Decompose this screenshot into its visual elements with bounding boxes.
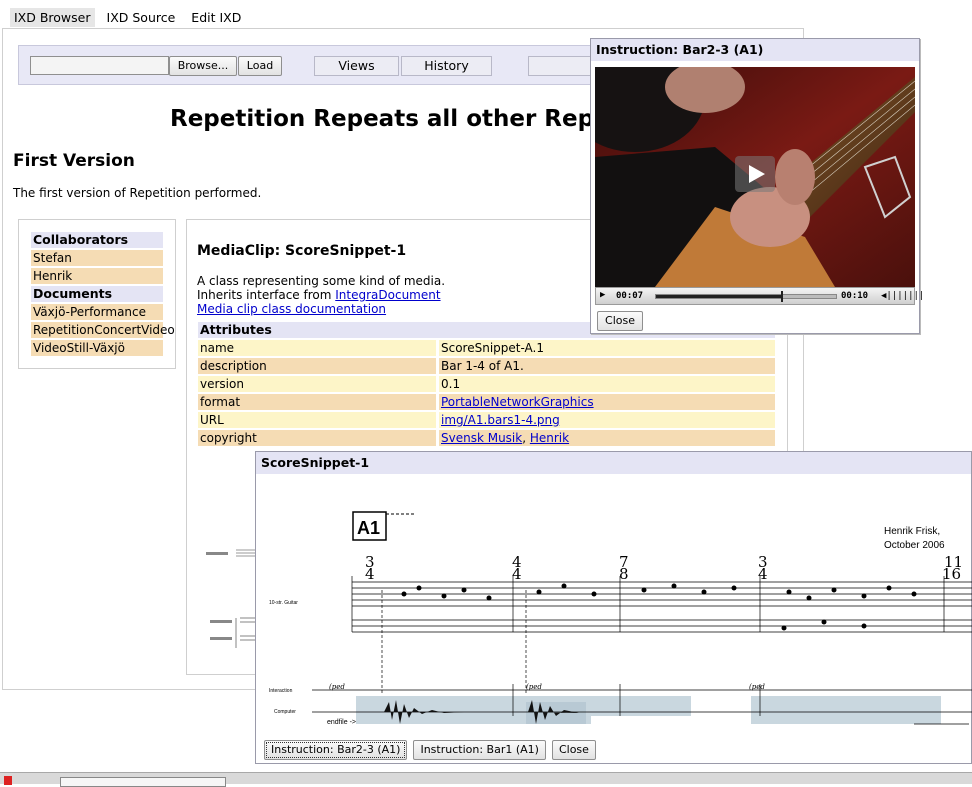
table-row: URL img/A1.bars1-4.png bbox=[198, 412, 775, 428]
attr-value: 0.1 bbox=[439, 376, 775, 392]
attr-key: format bbox=[198, 394, 436, 410]
mediaclip-desc-line: A class representing some kind of media. bbox=[197, 274, 446, 288]
mediaclip-description: A class representing some kind of media.… bbox=[197, 274, 445, 316]
copyright-separator: , bbox=[522, 431, 530, 445]
time-sig-bottom: 4 bbox=[365, 565, 375, 583]
score-close-button[interactable]: Close bbox=[551, 740, 596, 760]
attributes-table: Attributes name ScoreSnippet-A.1 descrip… bbox=[198, 322, 775, 448]
play-overlay-icon[interactable] bbox=[735, 156, 775, 192]
attr-key: description bbox=[198, 358, 436, 374]
time-total: 00:10 bbox=[841, 291, 869, 301]
page-title: Repetition Repeats all other Repetit bbox=[170, 106, 640, 132]
browse-button[interactable]: Browse... bbox=[169, 56, 237, 76]
inherits-prefix: Inherits interface from bbox=[197, 288, 336, 302]
sidebar-item-repetition-concert-video[interactable]: RepetitionConcertVideo bbox=[31, 322, 175, 338]
attr-key: URL bbox=[198, 412, 436, 428]
instruction-bar1-button[interactable]: Instruction: Bar1 (A1) bbox=[413, 740, 546, 760]
time-sig-bottom: 4 bbox=[512, 565, 522, 583]
score-dialog-buttons: Instruction: Bar2-3 (A1) Instruction: Ba… bbox=[264, 740, 596, 760]
media-clip-doc-link[interactable]: Media clip class documentation bbox=[197, 302, 386, 316]
seek-bar[interactable] bbox=[655, 291, 837, 302]
table-row: format PortableNetworkGraphics bbox=[198, 394, 775, 410]
table-row: description Bar 1-4 of A1. bbox=[198, 358, 775, 374]
history-button[interactable]: History bbox=[401, 56, 492, 76]
video-dialog: Instruction: Bar2-3 (A1) ▶ 00:07 00:10 ◀… bbox=[590, 38, 924, 334]
score-thumbnail bbox=[206, 549, 256, 648]
sidebar-item-stefan[interactable]: Stefan bbox=[31, 250, 163, 266]
attr-key: name bbox=[198, 340, 436, 356]
computer-label: Computer bbox=[274, 709, 296, 715]
sidebar-item-vaxjo-performance[interactable]: Växjö-Performance bbox=[31, 304, 163, 320]
top-tabs: IXD Browser IXD Source Edit IXD bbox=[10, 8, 245, 27]
interaction-label: Interaction bbox=[269, 688, 293, 694]
intro-text: The first version of Repetition performe… bbox=[13, 186, 262, 200]
composition-date: October 2006 bbox=[884, 540, 945, 551]
attr-key: version bbox=[198, 376, 436, 392]
sidebar-item-henrik[interactable]: Henrik bbox=[31, 268, 163, 284]
file-path-input[interactable] bbox=[30, 56, 169, 75]
time-current: 00:07 bbox=[616, 291, 644, 301]
copyright-link-svensk-musik[interactable]: Svensk Musik bbox=[441, 431, 522, 445]
video-dialog-title: Instruction: Bar2-3 (A1) bbox=[591, 39, 919, 61]
mediaclip-title: MediaClip: ScoreSnippet-1 bbox=[197, 243, 407, 259]
play-icon[interactable]: ▶ bbox=[600, 290, 605, 300]
composer-name: Henrik Frisk, bbox=[884, 526, 940, 537]
table-row: version 0.1 bbox=[198, 376, 775, 392]
copyright-link-henrik[interactable]: Henrik bbox=[530, 431, 569, 445]
score-dialog-title: ScoreSnippet-1 bbox=[256, 452, 971, 474]
status-strip bbox=[0, 772, 972, 787]
status-input[interactable] bbox=[60, 777, 226, 787]
format-link[interactable]: PortableNetworkGraphics bbox=[441, 395, 594, 409]
table-row: name ScoreSnippet-A.1 bbox=[198, 340, 775, 356]
seek-thumb[interactable] bbox=[781, 291, 783, 302]
load-button[interactable]: Load bbox=[238, 56, 282, 76]
score-image: A1 Henrik Frisk, October 2006 10-str. Gu… bbox=[269, 511, 972, 726]
time-sig-bottom: 4 bbox=[758, 565, 768, 583]
sidebar-item-videostill-vaxjo[interactable]: VideoStill-Växjö bbox=[31, 340, 163, 356]
mediaclip-inherits: Inherits interface from IntegraDocument bbox=[197, 288, 445, 302]
video-player[interactable] bbox=[595, 67, 915, 287]
rehearsal-mark: A1 bbox=[357, 518, 380, 538]
tab-edit-ixd[interactable]: Edit IXD bbox=[187, 8, 245, 27]
toolbar-extra-button[interactable] bbox=[528, 56, 598, 76]
views-button[interactable]: Views bbox=[314, 56, 399, 76]
video-controls: ▶ 00:07 00:10 ◀||||||| bbox=[595, 287, 924, 305]
bar-number-end: 16 bbox=[942, 565, 961, 583]
documents-heading: Documents bbox=[31, 286, 163, 302]
url-link[interactable]: img/A1.bars1-4.png bbox=[441, 413, 560, 427]
attr-key: copyright bbox=[198, 430, 436, 446]
attr-value: Bar 1-4 of A1. bbox=[439, 358, 775, 374]
instruction-bar2-3-button[interactable]: Instruction: Bar2-3 (A1) bbox=[264, 740, 408, 760]
time-sig-bottom: 8 bbox=[619, 565, 629, 583]
seek-progress bbox=[656, 295, 782, 298]
score-dialog: ScoreSnippet-1 A1 Henrik Frisk, October … bbox=[255, 451, 972, 764]
instrument-label: 10-str. Guitar bbox=[269, 600, 298, 606]
integra-document-link[interactable]: IntegraDocument bbox=[335, 288, 440, 302]
tab-ixd-browser[interactable]: IXD Browser bbox=[10, 8, 95, 27]
collaborators-heading: Collaborators bbox=[31, 232, 163, 248]
version-heading: First Version bbox=[13, 151, 135, 171]
volume-icon[interactable]: ◀||||||| bbox=[881, 291, 924, 301]
tab-ixd-source[interactable]: IXD Source bbox=[103, 8, 180, 27]
video-close-button[interactable]: Close bbox=[597, 311, 643, 331]
table-row: copyright Svensk Musik, Henrik bbox=[198, 430, 775, 446]
sidebar: Collaborators Stefan Henrik Documents Vä… bbox=[18, 219, 176, 369]
attr-value: ScoreSnippet-A.1 bbox=[439, 340, 775, 356]
